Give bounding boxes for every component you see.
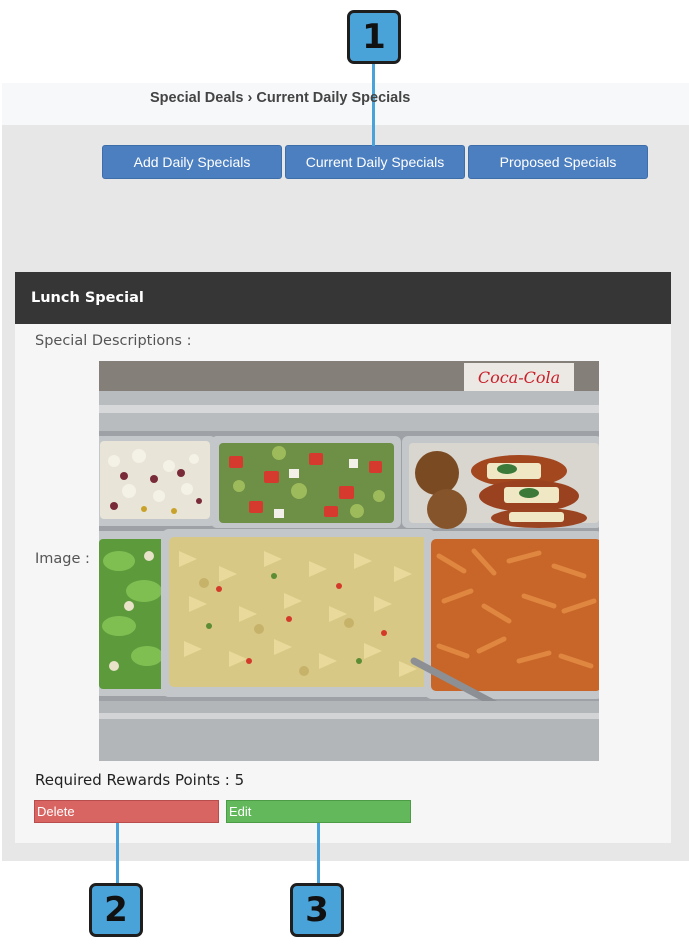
- edit-button[interactable]: Edit: [226, 800, 411, 823]
- callout-2: 2: [89, 883, 143, 937]
- breadcrumb-current: Current Daily Specials: [256, 90, 411, 106]
- breadcrumb-parent[interactable]: Special Deals: [150, 90, 244, 106]
- card-title: Lunch Special: [31, 290, 144, 306]
- required-rewards-points: Required Rewards Points : 5: [35, 771, 245, 789]
- card-header: Lunch Special: [15, 272, 671, 324]
- callout-3: 3: [290, 883, 344, 937]
- breadcrumb: Special Deals › Current Daily Specials: [150, 90, 410, 106]
- coca-cola-sign: Coca-Cola: [478, 368, 560, 387]
- callout-1: 1: [347, 10, 401, 64]
- callout-2-line: [116, 823, 119, 885]
- image-label: Image :: [35, 551, 90, 567]
- special-image: Coca-Cola: [99, 361, 599, 761]
- callout-3-line: [317, 823, 320, 885]
- current-daily-specials-button[interactable]: Current Daily Specials: [285, 145, 465, 179]
- proposed-specials-button[interactable]: Proposed Specials: [468, 145, 648, 179]
- delete-button[interactable]: Delete: [34, 800, 219, 823]
- breadcrumb-separator: ›: [247, 90, 253, 106]
- description-label: Special Descriptions :: [35, 333, 192, 349]
- add-daily-specials-button[interactable]: Add Daily Specials: [102, 145, 282, 179]
